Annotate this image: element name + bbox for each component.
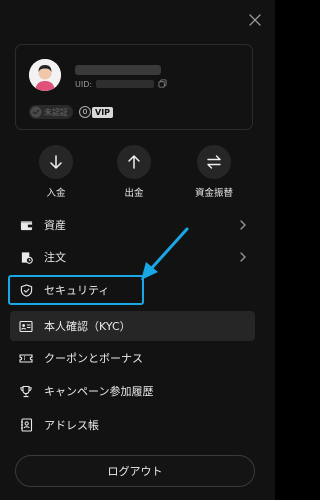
withdraw-button[interactable]: 出金 xyxy=(99,145,169,199)
transfer-circle xyxy=(197,145,231,179)
order-icon xyxy=(19,250,33,264)
account-menu-panel: UID: 未認証 0 VIP 入金 出金 資金振替 資産 注文 セキュリティ 本… xyxy=(0,0,275,500)
transfer-label: 資金振替 xyxy=(194,188,233,199)
deposit-label: 入金 xyxy=(46,188,66,199)
shield-icon xyxy=(19,283,33,297)
vip-label: VIP xyxy=(92,106,114,118)
profile-card: UID: 未認証 0 VIP xyxy=(15,44,253,130)
menu-label-coupons: クーポンとボーナス xyxy=(44,352,143,365)
transfer-icon xyxy=(207,155,221,169)
verification-badge[interactable]: 未認証 xyxy=(29,105,73,119)
vip-badge[interactable]: 0 VIP xyxy=(79,105,114,119)
arrow-up-icon xyxy=(128,155,140,169)
menu-item-assets[interactable]: 資産 xyxy=(10,210,255,240)
menu-item-campaigns[interactable]: キャンペーン参加履歴 xyxy=(10,376,255,406)
withdraw-label: 出金 xyxy=(124,188,144,199)
menu-label-assets: 資産 xyxy=(44,219,66,232)
withdraw-circle xyxy=(117,145,151,179)
menu-item-coupons[interactable]: クーポンとボーナス xyxy=(10,343,255,373)
address-book-icon xyxy=(19,418,33,432)
username-redacted xyxy=(75,65,161,75)
menu-item-orders[interactable]: 注文 xyxy=(10,242,255,272)
menu-label-security: セキュリティ xyxy=(44,284,110,297)
copy-icon[interactable] xyxy=(158,79,168,89)
menu-label-orders: 注文 xyxy=(44,251,66,264)
close-button[interactable] xyxy=(245,10,265,30)
arrow-down-icon xyxy=(50,155,62,169)
menu-label-address-book: アドレス帳 xyxy=(44,419,99,432)
chevron-right-icon xyxy=(240,252,246,262)
shield-check-icon xyxy=(30,106,42,118)
id-card-icon xyxy=(19,319,33,333)
wallet-icon xyxy=(19,218,33,232)
transfer-button[interactable]: 資金振替 xyxy=(179,145,249,199)
menu-item-kyc[interactable]: 本人確認（KYC） xyxy=(10,311,255,341)
logout-button[interactable]: ログアウト xyxy=(15,455,255,487)
vip-level: 0 xyxy=(79,106,91,118)
menu-item-security[interactable]: セキュリティ xyxy=(8,275,144,305)
verification-status: 未認証 xyxy=(44,107,68,117)
status-badges: 未認証 0 VIP xyxy=(29,105,114,119)
uid-value-redacted xyxy=(96,80,155,88)
ticket-icon xyxy=(19,351,33,365)
close-icon xyxy=(249,14,261,26)
menu-item-address-book[interactable]: アドレス帳 xyxy=(10,410,255,440)
deposit-button[interactable]: 入金 xyxy=(21,145,91,199)
menu-label-campaigns: キャンペーン参加履歴 xyxy=(44,385,154,398)
avatar-icon xyxy=(29,59,61,91)
menu-label-kyc: 本人確認（KYC） xyxy=(44,320,131,333)
uid-label: UID: xyxy=(75,79,93,89)
deposit-circle xyxy=(39,145,73,179)
chevron-right-icon xyxy=(240,220,246,230)
avatar[interactable] xyxy=(29,59,61,91)
trophy-icon xyxy=(19,384,33,398)
uid-row: UID: xyxy=(75,78,168,90)
